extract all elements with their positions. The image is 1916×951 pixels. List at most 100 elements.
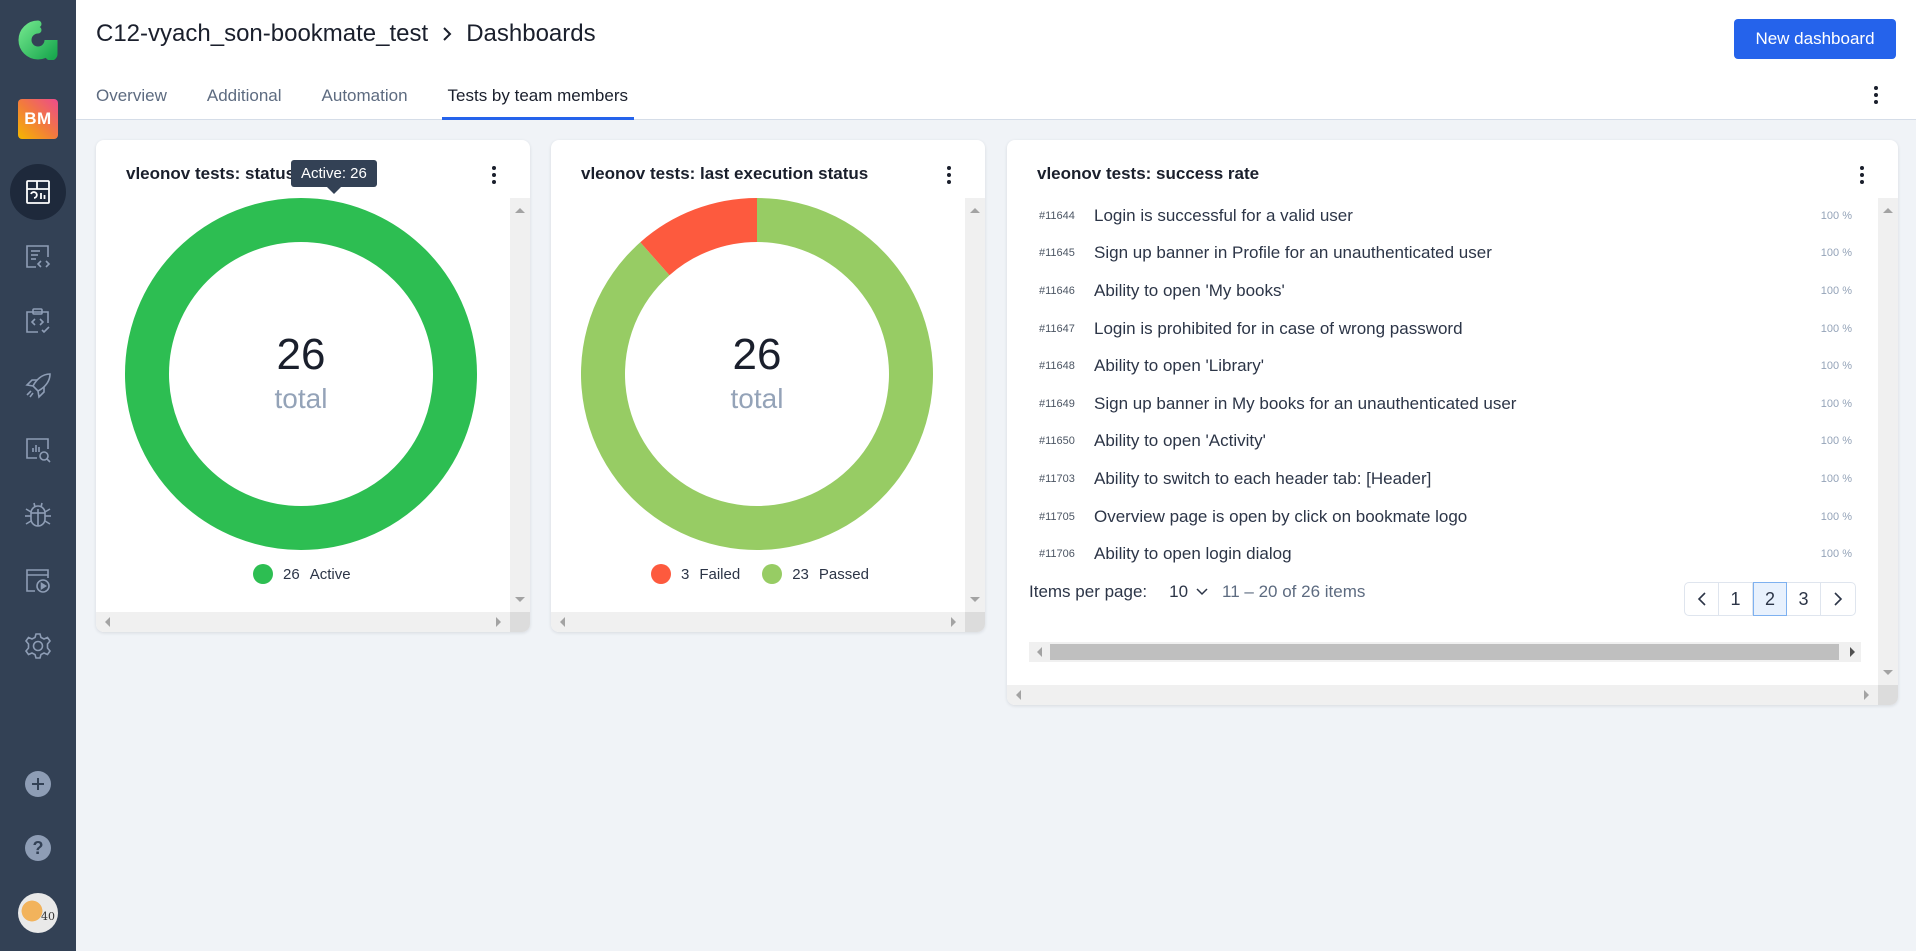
test-case-id: #11705 — [1039, 510, 1075, 523]
list-item[interactable]: #11647 Login is prohibited for in case of… — [1039, 310, 1858, 348]
dashboard-icon — [26, 180, 50, 204]
tabs-more-menu-icon[interactable] — [1870, 86, 1882, 104]
scroll-up-icon[interactable] — [515, 208, 525, 213]
scroll-corner — [510, 612, 530, 632]
test-case-name[interactable]: Overview page is open by click on bookma… — [1094, 507, 1812, 527]
widget-title: vleonov tests: success rate — [1037, 164, 1260, 183]
avatar-badge: 40 — [41, 910, 55, 923]
scroll-down-icon[interactable] — [515, 597, 525, 602]
prev-page-button[interactable] — [1685, 583, 1719, 615]
test-case-name[interactable]: Ability to open login dialog — [1094, 544, 1812, 564]
breadcrumb-page: Dashboards — [466, 20, 596, 47]
new-dashboard-button[interactable]: New dashboard — [1734, 19, 1896, 59]
chart-legend: 3 Failed 23 Passed — [651, 564, 891, 584]
sidebar-item-test-cases[interactable] — [0, 229, 76, 285]
list-item[interactable]: #11644 Login is successful for a valid us… — [1039, 197, 1858, 235]
plus-icon — [25, 771, 51, 797]
tab-tests-by-team-members[interactable]: Tests by team members — [441, 82, 635, 120]
scroll-up-icon[interactable] — [1883, 208, 1893, 213]
breadcrumb-project[interactable]: C12-vyach_son-bookmate_test — [96, 20, 428, 48]
sidebar-item-test-plans[interactable] — [0, 293, 76, 349]
list-item[interactable]: #11650 Ability to open 'Activity' 100 % — [1039, 423, 1858, 461]
sidebar-item-launches[interactable] — [0, 358, 76, 414]
allure-logo-icon — [18, 20, 58, 60]
test-case-name[interactable]: Login is successful for a valid user — [1094, 206, 1812, 226]
analytics-icon — [26, 438, 51, 463]
success-rate-value: 100 % — [1820, 360, 1852, 373]
test-case-name[interactable]: Ability to open 'Activity' — [1094, 431, 1812, 451]
scroll-right-icon[interactable] — [496, 617, 501, 627]
sidebar-item-defects[interactable] — [0, 487, 76, 543]
page-3-button[interactable]: 3 — [1787, 583, 1821, 615]
legend-dot — [253, 564, 273, 584]
vertical-scrollbar[interactable] — [965, 198, 985, 612]
allure-logo[interactable] — [0, 12, 76, 68]
pagination-bar: Items per page: 10 11 – 20 of 26 items — [1029, 582, 1365, 602]
avatar: 40 — [18, 893, 58, 933]
horizontal-scrollbar[interactable] — [1007, 685, 1878, 705]
test-case-name[interactable]: Login is prohibited for in case of wrong… — [1094, 319, 1812, 339]
chart-legend: 26 Active — [253, 564, 373, 584]
test-plans-icon — [26, 308, 50, 334]
legend-item-failed[interactable]: 3 Failed — [651, 564, 740, 584]
page-2-button[interactable]: 2 — [1753, 582, 1787, 616]
list-item[interactable]: #11706 Ability to open login dialog 100 % — [1039, 535, 1858, 573]
donut-total-label: total — [274, 383, 328, 414]
test-case-name[interactable]: Ability to switch to each header tab: [H… — [1094, 469, 1812, 489]
scroll-left-icon[interactable] — [105, 617, 110, 627]
chart-tooltip: Active: 26 — [291, 160, 377, 194]
sidebar-item-settings[interactable] — [0, 618, 76, 674]
items-per-page-select[interactable]: 10 — [1169, 582, 1208, 602]
legend-label: Passed — [818, 565, 869, 583]
profile-button[interactable]: 40 — [0, 885, 76, 941]
chevron-left-icon — [1697, 592, 1706, 606]
sidebar-item-analytics[interactable] — [0, 422, 76, 478]
widget-menu-icon[interactable] — [1856, 166, 1868, 184]
test-case-name[interactable]: Sign up banner in Profile for an unauthe… — [1094, 243, 1812, 263]
test-case-name[interactable]: Ability to open 'My books' — [1094, 281, 1812, 301]
legend-item-passed[interactable]: 23 Passed — [762, 564, 869, 584]
list-item[interactable]: #11648 Ability to open 'Library' 100 % — [1039, 347, 1858, 385]
help-button[interactable]: ? — [0, 820, 76, 876]
tab-automation[interactable]: Automation — [322, 82, 408, 120]
test-case-id: #11706 — [1039, 548, 1075, 561]
legend-dot — [651, 564, 671, 584]
scroll-left-icon[interactable] — [1037, 647, 1042, 657]
sidebar: BM ? 40 — [0, 0, 76, 951]
list-item[interactable]: #11645 Sign up banner in Profile for an u… — [1039, 235, 1858, 273]
list-item[interactable]: #11703 Ability to switch to each header t… — [1039, 460, 1858, 498]
list-item[interactable]: #11649 Sign up banner in My books for an … — [1039, 385, 1858, 423]
scroll-left-icon[interactable] — [1016, 690, 1021, 700]
legend-count: 3 — [681, 565, 690, 583]
sidebar-item-jobs[interactable] — [0, 553, 76, 609]
scroll-left-icon[interactable] — [560, 617, 565, 627]
items-per-page-label: Items per page: — [1029, 582, 1148, 601]
scroll-right-icon[interactable] — [951, 617, 956, 627]
list-horizontal-scrollbar[interactable] — [1029, 642, 1861, 662]
scroll-down-icon[interactable] — [1883, 670, 1893, 675]
test-case-id: #11703 — [1039, 472, 1075, 485]
sidebar-item-dashboards[interactable] — [0, 164, 76, 220]
create-button[interactable] — [0, 756, 76, 812]
pager: 1 2 3 — [1684, 582, 1856, 616]
list-item[interactable]: #11646 Ability to open 'My books' 100 % — [1039, 272, 1858, 310]
next-page-button[interactable] — [1821, 583, 1855, 615]
scroll-up-icon[interactable] — [970, 208, 980, 213]
legend-item-active[interactable]: 26 Active — [253, 564, 351, 584]
tab-overview[interactable]: Overview — [96, 82, 167, 120]
horizontal-scrollbar[interactable] — [551, 612, 965, 632]
donut-total: 26 — [732, 330, 782, 379]
scroll-down-icon[interactable] — [970, 597, 980, 602]
scroll-right-icon[interactable] — [1864, 690, 1869, 700]
list-item[interactable]: #11705 Overview page is open by click on … — [1039, 498, 1858, 536]
project-switcher[interactable]: BM — [0, 91, 76, 147]
vertical-scrollbar[interactable] — [1878, 198, 1898, 685]
test-case-name[interactable]: Ability to open 'Library' — [1094, 356, 1812, 376]
scroll-right-icon[interactable] — [1850, 647, 1855, 657]
scroll-thumb[interactable] — [1050, 644, 1839, 660]
tab-additional[interactable]: Additional — [207, 82, 282, 120]
vertical-scrollbar[interactable] — [510, 198, 530, 612]
test-case-name[interactable]: Sign up banner in My books for an unauth… — [1094, 394, 1812, 414]
page-1-button[interactable]: 1 — [1719, 583, 1753, 615]
horizontal-scrollbar[interactable] — [96, 612, 510, 632]
